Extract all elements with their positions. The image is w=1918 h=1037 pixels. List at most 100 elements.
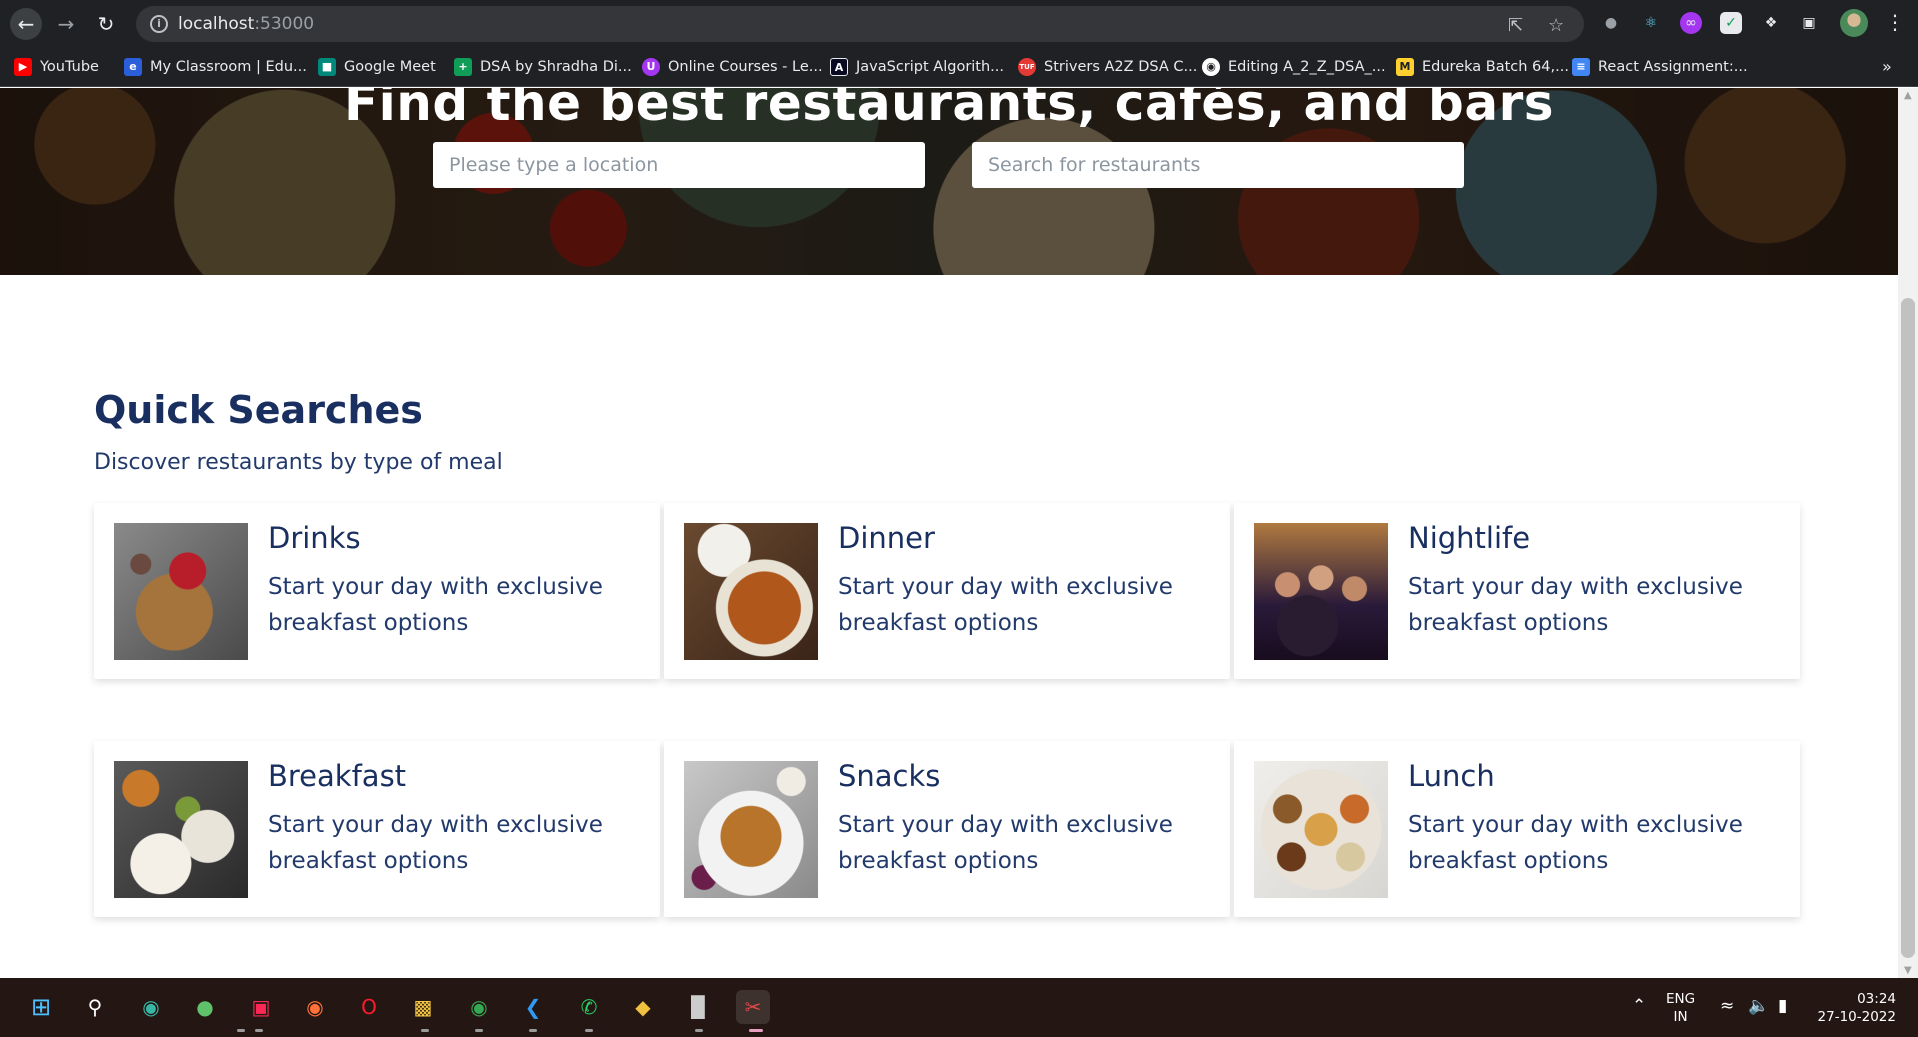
scroll-up-icon[interactable]: ▲ (1904, 90, 1912, 101)
address-bar[interactable]: i localhost:53000 ⇱ ☆ (136, 6, 1584, 42)
site-info-icon[interactable]: i (150, 15, 168, 33)
firefox-icon[interactable]: ◉ (298, 990, 332, 1024)
bookmark-github-editing[interactable]: ◉ Editing A_2_Z_DSA_... (1202, 55, 1386, 79)
page-scrollbar[interactable]: ▲ ▼ (1898, 88, 1918, 978)
language-code: ENG (1666, 991, 1696, 1007)
mongodb-compass-icon[interactable]: ● (188, 990, 222, 1024)
bookmark-label: Edureka Batch 64,... (1422, 59, 1569, 75)
windows-start-icon[interactable]: ⊞ (24, 990, 58, 1024)
meal-card-title: Lunch (1408, 759, 1495, 793)
scrollbar-thumb[interactable] (1901, 298, 1915, 958)
snipping-tool-icon[interactable]: ✂ (736, 990, 770, 1024)
bookmark-star-icon[interactable]: ☆ (1548, 15, 1564, 36)
breakfast-image (114, 761, 248, 898)
bookmark-label: React Assignment:... (1598, 59, 1748, 75)
chrome-icon[interactable]: ◉ (462, 990, 496, 1024)
extension-purple-icon[interactable]: ∞ (1680, 12, 1702, 34)
meal-card-title: Dinner (838, 521, 935, 555)
app-running-indicator (237, 1029, 245, 1032)
whatsapp-icon[interactable]: ✆ (572, 990, 606, 1024)
search-icon[interactable]: ⚲ (78, 990, 112, 1024)
meal-card-description: Start your day with exclusive breakfast … (1408, 812, 1743, 874)
react-devtools-icon[interactable]: ⚛ (1640, 12, 1662, 34)
profile-avatar[interactable] (1840, 9, 1868, 37)
bookmark-label: Strivers A2Z DSA C... (1044, 59, 1198, 75)
wifi-icon[interactable]: ≈ (1720, 996, 1734, 1016)
nightlife-image (1254, 523, 1388, 660)
app-running-indicator (421, 1029, 429, 1032)
quick-searches-subtitle: Discover restaurants by type of meal (94, 450, 503, 475)
address-url[interactable]: localhost:53000 (178, 14, 314, 34)
google-docs-icon: ≡ (1572, 58, 1590, 76)
drinks-image (114, 523, 248, 660)
bookmarks-bar: ▶ YouTube e My Classroom | Edu... ■ Google … (0, 47, 1918, 87)
miro-icon: M (1396, 58, 1414, 76)
bookmark-label: Editing A_2_Z_DSA_... (1228, 59, 1386, 75)
quick-searches-heading: Quick Searches (94, 388, 423, 432)
git-kraken-icon[interactable]: ◆ (626, 990, 660, 1024)
restaurant-search-input[interactable] (972, 142, 1464, 188)
extensions-puzzle-icon[interactable]: ❖ (1760, 12, 1782, 34)
vscode-icon[interactable]: ❮ (516, 990, 550, 1024)
clock[interactable]: 03:24 27-10-2022 (1810, 990, 1896, 1026)
meal-card-description: Start your day with exclusive breakfast … (838, 812, 1173, 874)
app-active-indicator (749, 1029, 763, 1032)
meal-card-breakfast[interactable]: Breakfast Start your day with exclusive … (94, 741, 660, 917)
intellij-idea-icon[interactable]: ▣ (244, 990, 278, 1024)
bookmark-javascript[interactable]: A JavaScript Algorith... (830, 55, 1004, 79)
app-running-indicator (585, 1029, 593, 1032)
bookmark-label: Online Courses - Le... (668, 59, 823, 75)
volume-icon[interactable]: 🔈 (1748, 996, 1769, 1016)
dinner-image (684, 523, 818, 660)
forward-button[interactable]: → (50, 8, 82, 40)
lunch-image (1254, 761, 1388, 898)
freecodecamp-icon: A (830, 58, 848, 76)
bookmark-youtube[interactable]: ▶ YouTube (14, 55, 99, 79)
meal-card-drinks[interactable]: Drinks Start your day with exclusive bre… (94, 503, 660, 679)
bookmark-edureka-batch[interactable]: M Edureka Batch 64,... (1396, 55, 1569, 79)
scroll-down-icon[interactable]: ▼ (1904, 965, 1912, 976)
edge-browser-icon[interactable]: ◉ (134, 990, 168, 1024)
bookmark-label: YouTube (40, 59, 99, 75)
meal-card-title: Breakfast (268, 759, 407, 793)
meal-card-title: Snacks (838, 759, 941, 793)
takeuforward-icon: TUF (1018, 58, 1036, 76)
tray-chevron-up-icon[interactable]: ⌃ (1632, 996, 1646, 1016)
back-button[interactable]: ← (10, 8, 42, 40)
meal-card-description: Start your day with exclusive breakfast … (838, 574, 1173, 636)
bookmark-label: Google Meet (344, 59, 436, 75)
meal-card-nightlife[interactable]: Nightlife Start your day with exclusive … (1234, 503, 1800, 679)
terminal-icon[interactable]: ▉ (682, 990, 716, 1024)
bookmark-strivers[interactable]: TUF Strivers A2Z DSA C... (1018, 55, 1197, 79)
hero-title: Find the best restaurants, cafés, and ba… (344, 88, 1554, 132)
windows-taskbar: ⊞ ⚲ ◉ ● ▣ ◉ O ▩ ◉ ❮ ✆ ◆ ▉ ✂ ⌃ ENG IN ≈ 🔈… (0, 978, 1918, 1037)
battery-icon[interactable]: ▮ (1778, 996, 1787, 1016)
meal-card-lunch[interactable]: Lunch Start your day with exclusive brea… (1234, 741, 1800, 917)
google-sheets-icon: + (454, 58, 472, 76)
bookmark-react-assignment[interactable]: ≡ React Assignment:... (1572, 55, 1748, 79)
bookmark-dsa-shradha[interactable]: + DSA by Shradha Di... (454, 55, 632, 79)
input-language[interactable]: ENG IN (1666, 990, 1695, 1026)
bookmark-label: My Classroom | Edu... (150, 59, 307, 75)
extension-icon[interactable]: ● (1600, 12, 1622, 34)
share-icon[interactable]: ⇱ (1508, 15, 1523, 36)
location-input[interactable] (433, 142, 925, 188)
opera-icon[interactable]: O (352, 990, 386, 1024)
language-region: IN (1673, 1009, 1688, 1025)
bookmark-label: DSA by Shradha Di... (480, 59, 632, 75)
bookmarks-overflow-icon[interactable]: » (1882, 57, 1892, 76)
bookmark-online-courses[interactable]: U Online Courses - Le... (642, 55, 823, 79)
bookmark-google-meet[interactable]: ■ Google Meet (318, 55, 436, 79)
reload-button[interactable]: ↻ (90, 8, 122, 40)
meal-card-snacks[interactable]: Snacks Start your day with exclusive bre… (664, 741, 1230, 917)
extension-green-icon[interactable]: ✓ (1720, 12, 1742, 34)
browser-menu-icon[interactable]: ⋮ (1885, 10, 1905, 34)
app-running-indicator (255, 1029, 263, 1032)
meal-card-description: Start your day with exclusive breakfast … (268, 812, 603, 874)
side-panel-icon[interactable]: ▣ (1798, 12, 1820, 34)
meal-card-dinner[interactable]: Dinner Start your day with exclusive bre… (664, 503, 1230, 679)
url-host: localhost (178, 14, 255, 34)
url-port: :53000 (254, 14, 315, 34)
file-explorer-icon[interactable]: ▩ (406, 990, 440, 1024)
bookmark-classroom[interactable]: e My Classroom | Edu... (124, 55, 307, 79)
